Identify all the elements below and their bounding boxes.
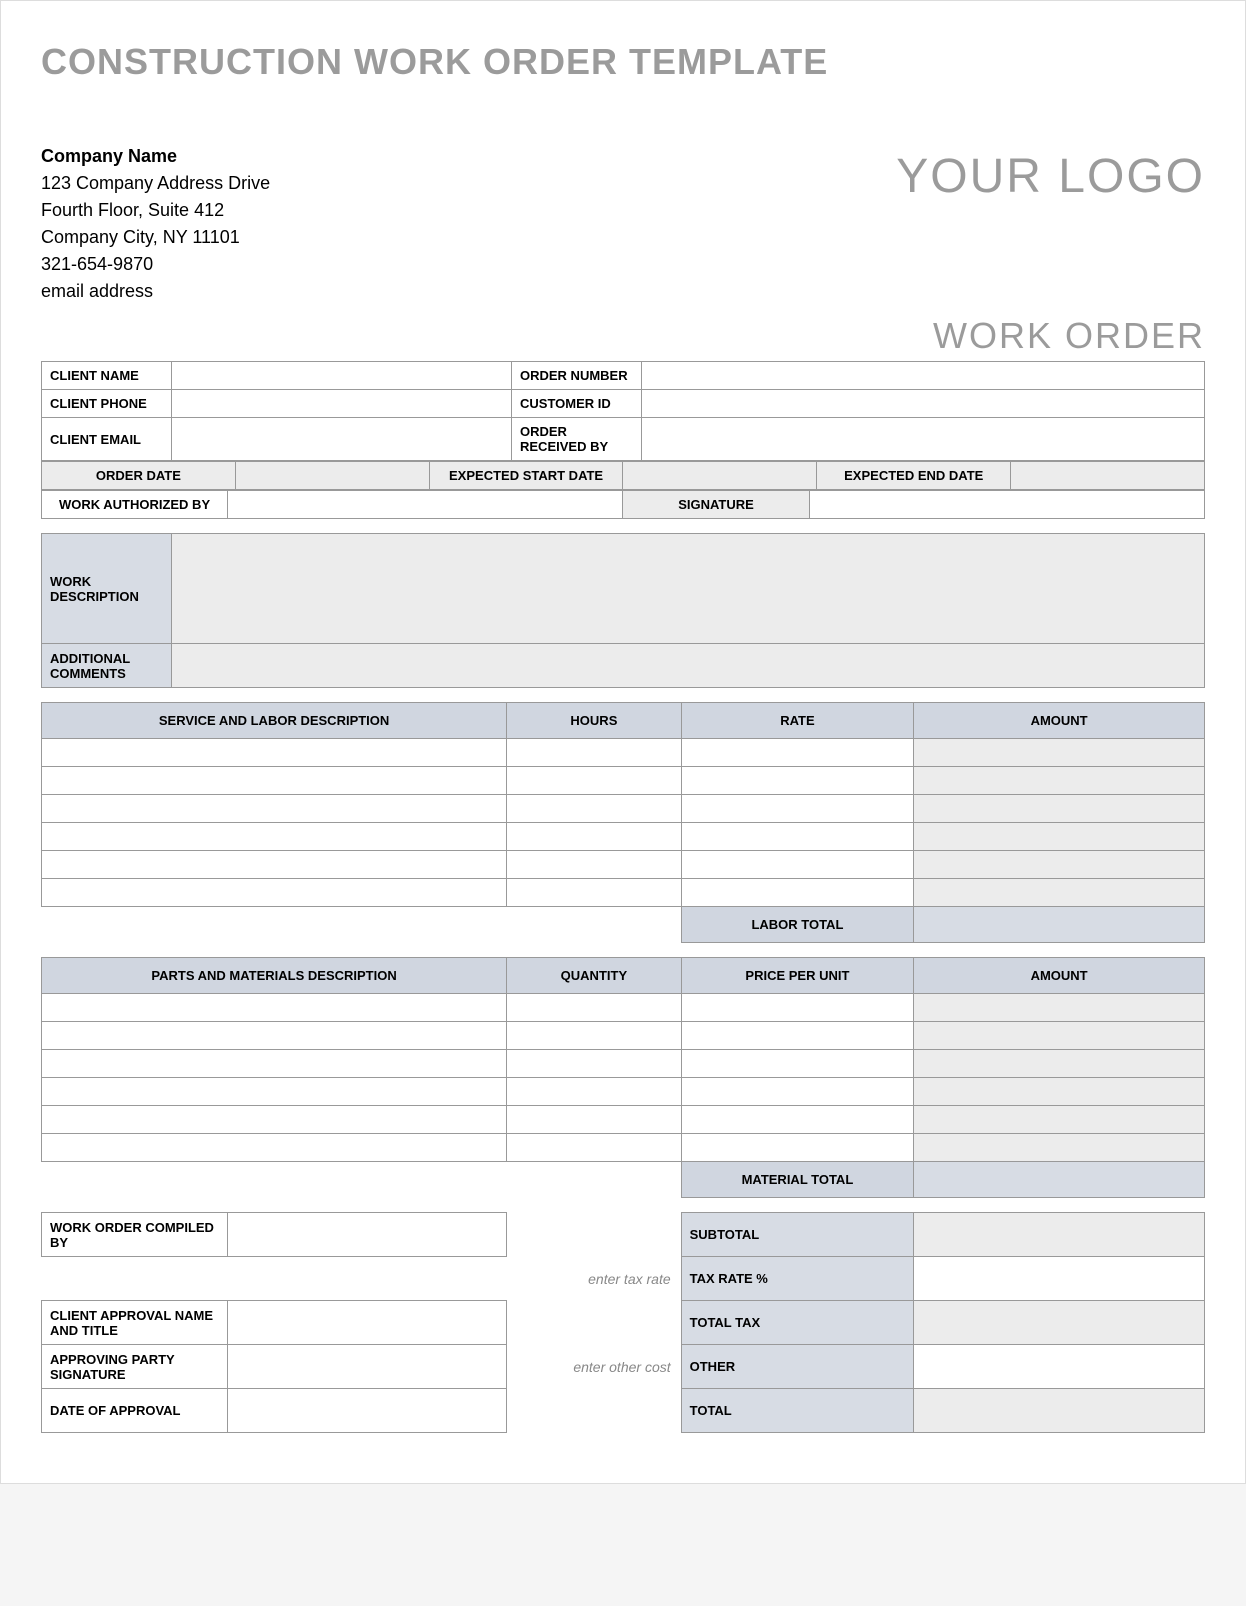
parts-row [42,1050,1205,1078]
parts-row [42,1134,1205,1162]
input-order-received-by[interactable] [642,418,1205,461]
service-row [42,739,1205,767]
label-total-tax: TOTAL TAX [681,1301,914,1345]
hint-other-cost: enter other cost [507,1345,681,1389]
company-email: email address [41,278,270,305]
input-other[interactable] [914,1345,1205,1389]
col-qty: QUANTITY [507,958,681,994]
input-work-auth-by[interactable] [228,491,623,519]
label-expected-end: EXPECTED END DATE [817,462,1011,490]
company-addr3: Company City, NY 11101 [41,224,270,251]
logo-placeholder: YOUR LOGO [896,149,1205,204]
page: CONSTRUCTION WORK ORDER TEMPLATE Company… [0,0,1246,1484]
label-addl-comments: ADDITIONAL COMMENTS [42,644,172,688]
input-work-desc[interactable] [172,534,1205,644]
parts-row [42,994,1205,1022]
label-client-approval: CLIENT APPROVAL NAME AND TITLE [42,1301,228,1345]
input-approving-sig[interactable] [228,1345,507,1389]
col-rate: RATE [681,703,914,739]
col-hours: HOURS [507,703,681,739]
label-approval-date: DATE OF APPROVAL [42,1389,228,1433]
label-other: OTHER [681,1345,914,1389]
company-addr1: 123 Company Address Drive [41,170,270,197]
label-compiled-by: WORK ORDER COMPILED BY [42,1213,228,1257]
input-client-email[interactable] [172,418,512,461]
input-client-approval[interactable] [228,1301,507,1345]
auth-table: WORK AUTHORIZED BY SIGNATURE [41,490,1205,519]
input-order-number[interactable] [642,362,1205,390]
input-compiled-by[interactable] [228,1213,507,1257]
service-labor-table: SERVICE AND LABOR DESCRIPTION HOURS RATE… [41,702,1205,943]
value-labor-total[interactable] [914,907,1205,943]
value-total-tax[interactable] [914,1301,1205,1345]
label-client-name: CLIENT NAME [42,362,172,390]
value-material-total[interactable] [914,1162,1205,1198]
company-addr2: Fourth Floor, Suite 412 [41,197,270,224]
template-title: CONSTRUCTION WORK ORDER TEMPLATE [41,41,1205,83]
input-approval-date[interactable] [228,1389,507,1433]
label-labor-total: LABOR TOTAL [681,907,914,943]
col-parts-desc: PARTS AND MATERIALS DESCRIPTION [42,958,507,994]
client-info-table: CLIENT NAME ORDER NUMBER CLIENT PHONE CU… [41,361,1205,461]
service-row [42,851,1205,879]
value-total[interactable] [914,1389,1205,1433]
col-service-desc: SERVICE AND LABOR DESCRIPTION [42,703,507,739]
hint-tax-rate: enter tax rate [507,1257,681,1301]
company-phone: 321-654-9870 [41,251,270,278]
service-row [42,879,1205,907]
label-signature: SIGNATURE [623,491,809,519]
input-client-name[interactable] [172,362,512,390]
input-tax-rate[interactable] [914,1257,1205,1301]
company-name: Company Name [41,143,270,170]
label-order-date: ORDER DATE [42,462,236,490]
input-client-phone[interactable] [172,390,512,418]
company-block: Company Name 123 Company Address Drive F… [41,143,270,305]
work-order-heading: WORK ORDER [41,315,1205,357]
dates-table: ORDER DATE EXPECTED START DATE EXPECTED … [41,461,1205,490]
bottom-summary-table: WORK ORDER COMPILED BY SUBTOTAL enter ta… [41,1212,1205,1433]
label-subtotal: SUBTOTAL [681,1213,914,1257]
input-customer-id[interactable] [642,390,1205,418]
col-amount2: AMOUNT [914,958,1205,994]
label-material-total: MATERIAL TOTAL [681,1162,914,1198]
col-amount: AMOUNT [914,703,1205,739]
label-order-number: ORDER NUMBER [512,362,642,390]
input-expected-start[interactable] [623,462,817,490]
label-approving-sig: APPROVING PARTY SIGNATURE [42,1345,228,1389]
input-order-date[interactable] [235,462,429,490]
parts-row [42,1078,1205,1106]
parts-row [42,1022,1205,1050]
parts-row [42,1106,1205,1134]
value-subtotal[interactable] [914,1213,1205,1257]
label-work-auth-by: WORK AUTHORIZED BY [42,491,228,519]
label-client-phone: CLIENT PHONE [42,390,172,418]
label-work-desc: WORK DESCRIPTION [42,534,172,644]
work-description-table: WORK DESCRIPTION ADDITIONAL COMMENTS [41,533,1205,688]
label-total: TOTAL [681,1389,914,1433]
header-row: Company Name 123 Company Address Drive F… [41,143,1205,305]
label-order-received-by: ORDER RECEIVED BY [512,418,642,461]
label-client-email: CLIENT EMAIL [42,418,172,461]
input-addl-comments[interactable] [172,644,1205,688]
service-row [42,823,1205,851]
parts-materials-table: PARTS AND MATERIALS DESCRIPTION QUANTITY… [41,957,1205,1198]
input-expected-end[interactable] [1011,462,1205,490]
col-price: PRICE PER UNIT [681,958,914,994]
service-row [42,767,1205,795]
label-tax-rate: TAX RATE % [681,1257,914,1301]
input-signature[interactable] [809,491,1204,519]
service-row [42,795,1205,823]
label-customer-id: CUSTOMER ID [512,390,642,418]
label-expected-start: EXPECTED START DATE [429,462,623,490]
